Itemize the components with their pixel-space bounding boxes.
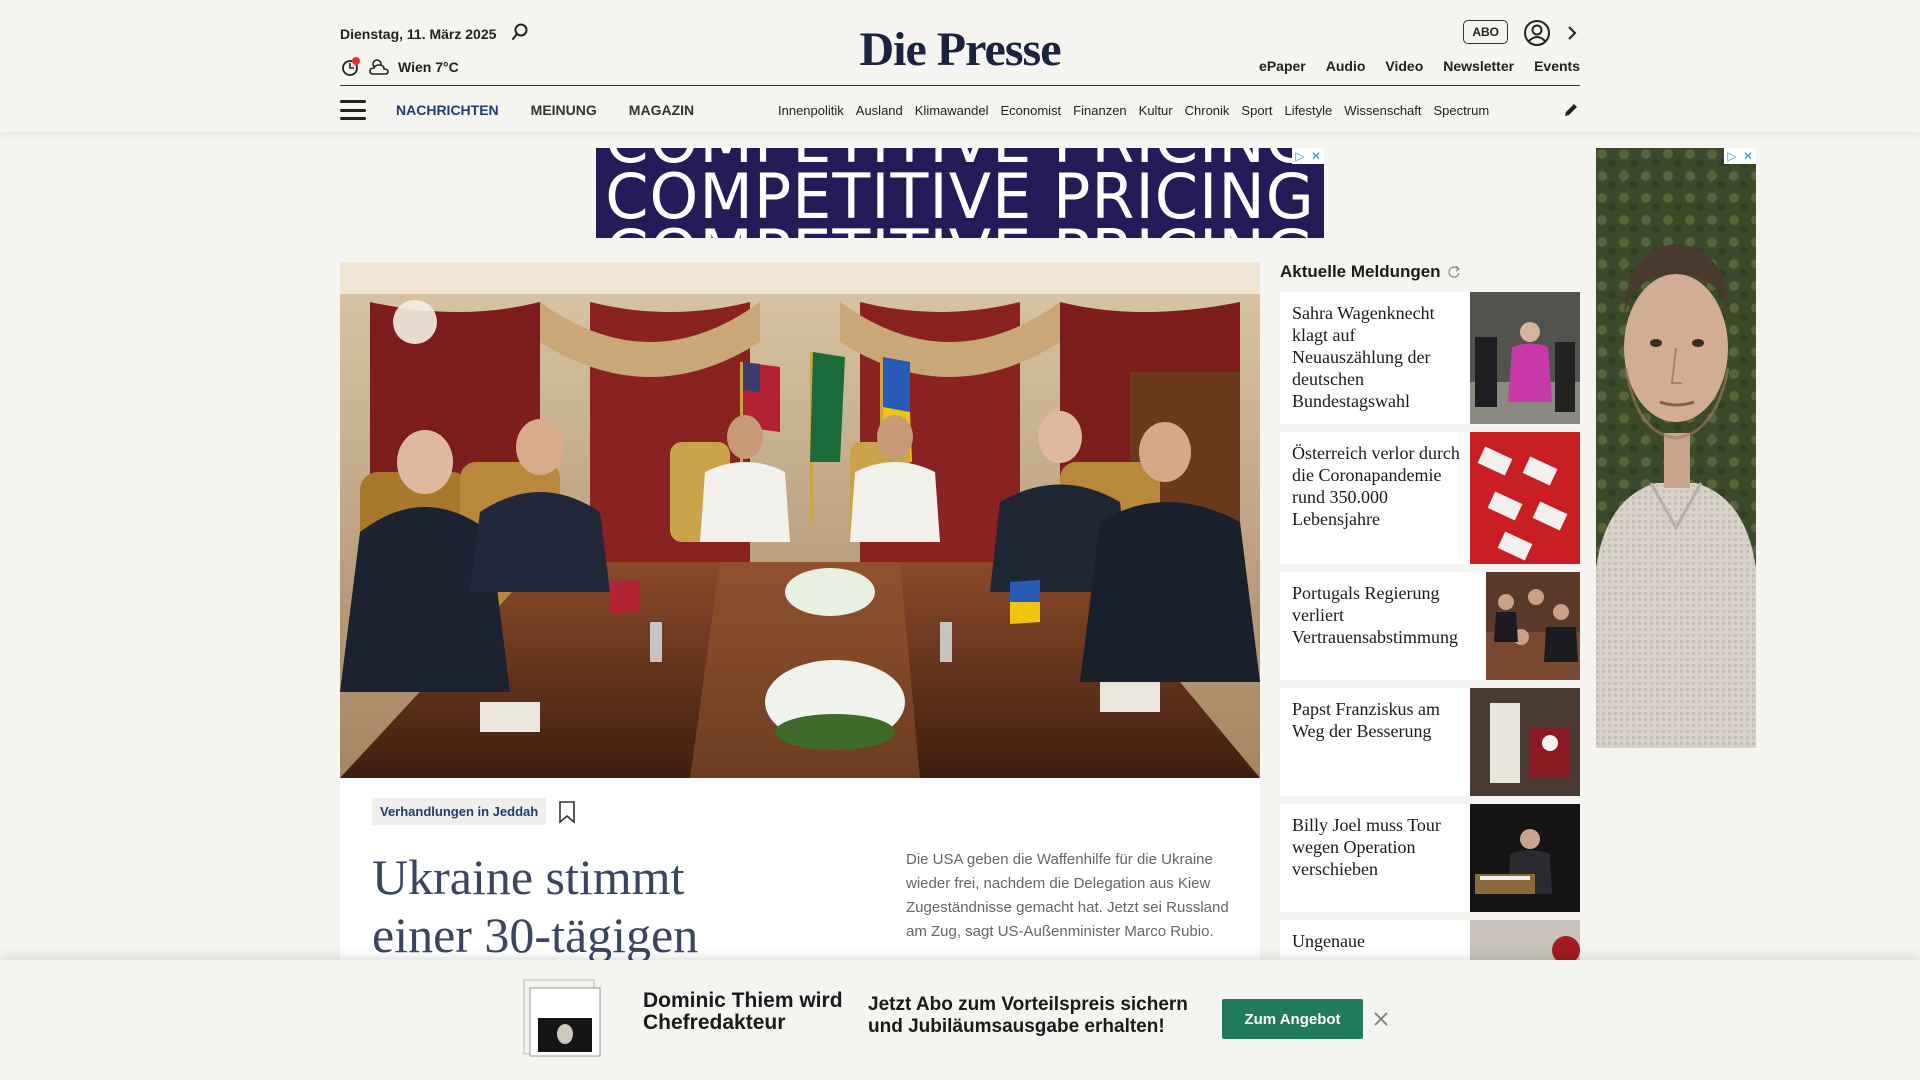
subnav-klimawandel[interactable]: Klimawandel bbox=[915, 103, 989, 118]
ad-close-icon[interactable]: ✕ bbox=[1308, 148, 1324, 164]
news-item-title[interactable]: Sahra Wagenknecht klagt auf Neuauszählun… bbox=[1292, 302, 1462, 412]
ad-text-line: COMPETITIVE PRICING bbox=[596, 216, 1324, 238]
news-item[interactable]: Papst Franziskus am Weg der Besserung bbox=[1280, 688, 1580, 796]
refresh-icon bbox=[1447, 265, 1460, 278]
promo-headline: Dominic Thiem wird Chefredakteur bbox=[643, 989, 843, 1034]
news-item[interactable]: Ungenaue bbox=[1280, 920, 1580, 960]
subnav-chronik[interactable]: Chronik bbox=[1185, 103, 1230, 118]
news-item[interactable]: Billy Joel muss Tour wegen Operation ver… bbox=[1280, 804, 1580, 912]
news-item[interactable]: Sahra Wagenknecht klagt auf Neuauszählun… bbox=[1280, 292, 1580, 424]
news-item[interactable]: Portugals Regierung verliert Vertrauensa… bbox=[1280, 572, 1580, 680]
ad-portrait-image bbox=[1596, 148, 1756, 748]
ad-info-icon[interactable]: ▷ bbox=[1724, 148, 1740, 164]
abo-button[interactable]: ABO bbox=[1463, 20, 1508, 44]
link-events[interactable]: Events bbox=[1534, 58, 1580, 74]
link-audio[interactable]: Audio bbox=[1326, 58, 1366, 74]
subscription-banner: Dominic Thiem wird Chefredakteur Jetzt A… bbox=[0, 960, 1920, 1080]
close-icon[interactable] bbox=[1372, 1010, 1390, 1028]
news-section-heading: Aktuelle Meldungen bbox=[1280, 262, 1461, 282]
link-video[interactable]: Video bbox=[1385, 58, 1423, 74]
subnav-economist[interactable]: Economist bbox=[1000, 103, 1061, 118]
subnav-ausland[interactable]: Ausland bbox=[856, 103, 903, 118]
hero-image[interactable] bbox=[340, 262, 1260, 778]
hero-teaser: Die USA geben die Waffenhilfe für die Uk… bbox=[906, 851, 1229, 940]
news-item-title[interactable]: Portugals Regierung verliert Vertrauensa… bbox=[1292, 582, 1492, 648]
news-item-title[interactable]: Papst Franziskus am Weg der Besserung bbox=[1292, 698, 1472, 742]
service-links: ePaper Audio Video Newsletter Events bbox=[1259, 58, 1580, 74]
subnav-innenpolitik[interactable]: Innenpolitik bbox=[778, 103, 844, 118]
side-skyscraper-ad[interactable]: ▷ ✕ bbox=[1596, 148, 1756, 748]
link-epaper[interactable]: ePaper bbox=[1259, 58, 1306, 74]
topic-tag[interactable]: Verhandlungen in Jeddah bbox=[372, 798, 547, 825]
nav-magazin[interactable]: MAGAZIN bbox=[629, 102, 694, 118]
user-icon[interactable] bbox=[1522, 18, 1552, 48]
zum-angebot-button[interactable]: Zum Angebot bbox=[1222, 999, 1363, 1039]
sub-navigation: Innenpolitik Ausland Klimawandel Economi… bbox=[778, 95, 1558, 125]
subnav-fade bbox=[1490, 95, 1550, 125]
chevron-right-icon[interactable] bbox=[1566, 24, 1578, 42]
newspaper-thumbnail bbox=[522, 978, 602, 1058]
news-thumbnail[interactable] bbox=[1470, 292, 1580, 424]
subnav-lifestyle[interactable]: Lifestyle bbox=[1285, 103, 1333, 118]
menu-icon[interactable] bbox=[340, 100, 366, 120]
news-thumbnail[interactable] bbox=[1470, 688, 1580, 796]
ad-info-icon[interactable]: ▷ bbox=[1292, 148, 1308, 164]
main-navigation: NACHRICHTEN MEINUNG MAGAZIN Innenpolitik… bbox=[340, 95, 1580, 125]
hero-article[interactable]: Verhandlungen in Jeddah Ukraine stimmt e… bbox=[340, 262, 1260, 964]
nav-divider bbox=[340, 85, 1580, 86]
pen-icon[interactable] bbox=[1562, 101, 1580, 119]
subnav-sport[interactable]: Sport bbox=[1241, 103, 1272, 118]
news-thumbnail[interactable] bbox=[1486, 572, 1580, 680]
nav-nachrichten[interactable]: NACHRICHTEN bbox=[396, 102, 499, 118]
news-heading-label: Aktuelle Meldungen bbox=[1280, 262, 1441, 281]
meeting-photo bbox=[340, 262, 1260, 778]
site-header: Dienstag, 11. März 2025 Wien 7°C Die Pre… bbox=[0, 0, 1920, 132]
news-item-title[interactable]: Ungenaue bbox=[1292, 930, 1472, 952]
promo-text: Jetzt Abo zum Vorteilspreis sichern und … bbox=[868, 994, 1188, 1037]
subnav-kultur[interactable]: Kultur bbox=[1139, 103, 1173, 118]
news-item-title[interactable]: Billy Joel muss Tour wegen Operation ver… bbox=[1292, 814, 1472, 880]
news-item[interactable]: Österreich verlor durch die Coronapandem… bbox=[1280, 432, 1580, 564]
ad-close-icon[interactable]: ✕ bbox=[1740, 148, 1756, 164]
news-thumbnail[interactable] bbox=[1470, 920, 1580, 960]
bookmark-icon[interactable] bbox=[558, 800, 576, 824]
link-newsletter[interactable]: Newsletter bbox=[1443, 58, 1514, 74]
nav-meinung[interactable]: MEINUNG bbox=[531, 102, 597, 118]
hero-headline[interactable]: Ukraine stimmt einer 30-tägigen bbox=[372, 848, 792, 964]
subnav-finanzen[interactable]: Finanzen bbox=[1073, 103, 1126, 118]
news-thumbnail[interactable] bbox=[1470, 432, 1580, 564]
subnav-spectrum[interactable]: Spectrum bbox=[1434, 103, 1490, 118]
ad-choices: ▷ ✕ bbox=[1292, 148, 1324, 164]
top-banner-ad[interactable]: COMPETITIVE PRICING COMPETITIVE PRICING … bbox=[596, 148, 1324, 238]
news-thumbnail[interactable] bbox=[1470, 804, 1580, 912]
ad-choices: ▷ ✕ bbox=[1724, 148, 1756, 164]
subnav-wissenschaft[interactable]: Wissenschaft bbox=[1344, 103, 1421, 118]
news-item-title[interactable]: Österreich verlor durch die Coronapandem… bbox=[1292, 442, 1472, 530]
